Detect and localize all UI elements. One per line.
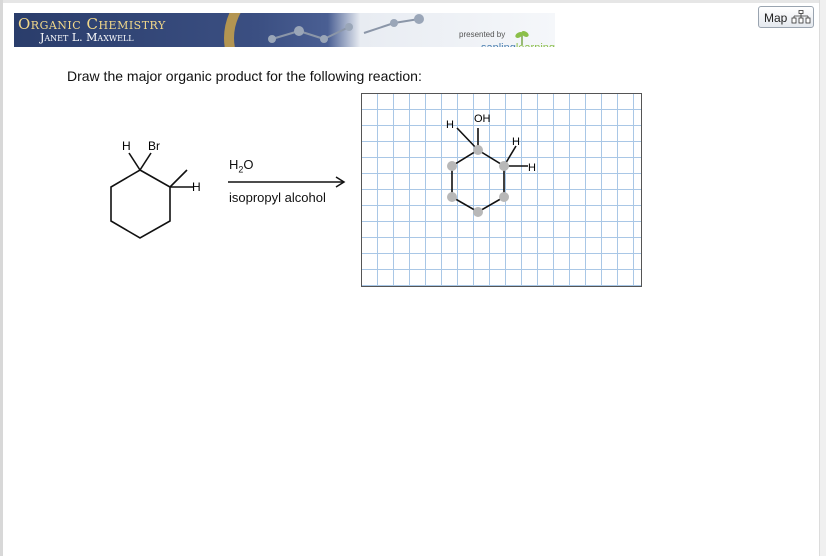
reaction-arrow: [228, 176, 346, 188]
reaction-conditions: H2O isopropyl alcohol: [226, 152, 356, 216]
product-oh-label: OH: [474, 113, 491, 125]
reagent-solvent: isopropyl alcohol: [229, 190, 326, 205]
product-h2-label: H: [512, 136, 520, 148]
drawing-canvas[interactable]: H OH H H: [361, 93, 642, 287]
reactant-h-label: H: [122, 139, 131, 153]
map-button[interactable]: Map: [758, 6, 814, 28]
brand-learning: learning: [516, 42, 555, 47]
reagent-o: O: [243, 157, 254, 172]
reactant-structure: H Br H: [110, 139, 201, 239]
reactant-br-label: Br: [148, 139, 160, 153]
question-prompt: Draw the major organic product for the f…: [67, 68, 422, 84]
reagent-h: H: [229, 157, 239, 172]
map-button-label: Map: [764, 11, 788, 25]
reagent-water: H2O: [229, 157, 254, 175]
sitemap-icon: [791, 10, 811, 24]
course-banner: Organic Chemistry Janet L. Maxwell prese…: [14, 13, 555, 47]
window-right-edge: [819, 0, 826, 556]
sapling-learning-logo: saplinglearning: [481, 42, 555, 47]
product-h3-label: H: [528, 162, 536, 174]
presented-by-text: presented by: [459, 30, 506, 39]
course-author: Janet L. Maxwell: [40, 31, 134, 44]
window-top-edge: [0, 0, 826, 3]
reactant-h2-label: H: [192, 180, 201, 194]
product-structure: H OH H H: [446, 113, 536, 217]
brand-sapling: sapling: [481, 42, 516, 47]
window-left-edge: [0, 0, 3, 556]
product-h1-label: H: [446, 119, 454, 131]
banner-molecule-graphic: [268, 14, 424, 43]
